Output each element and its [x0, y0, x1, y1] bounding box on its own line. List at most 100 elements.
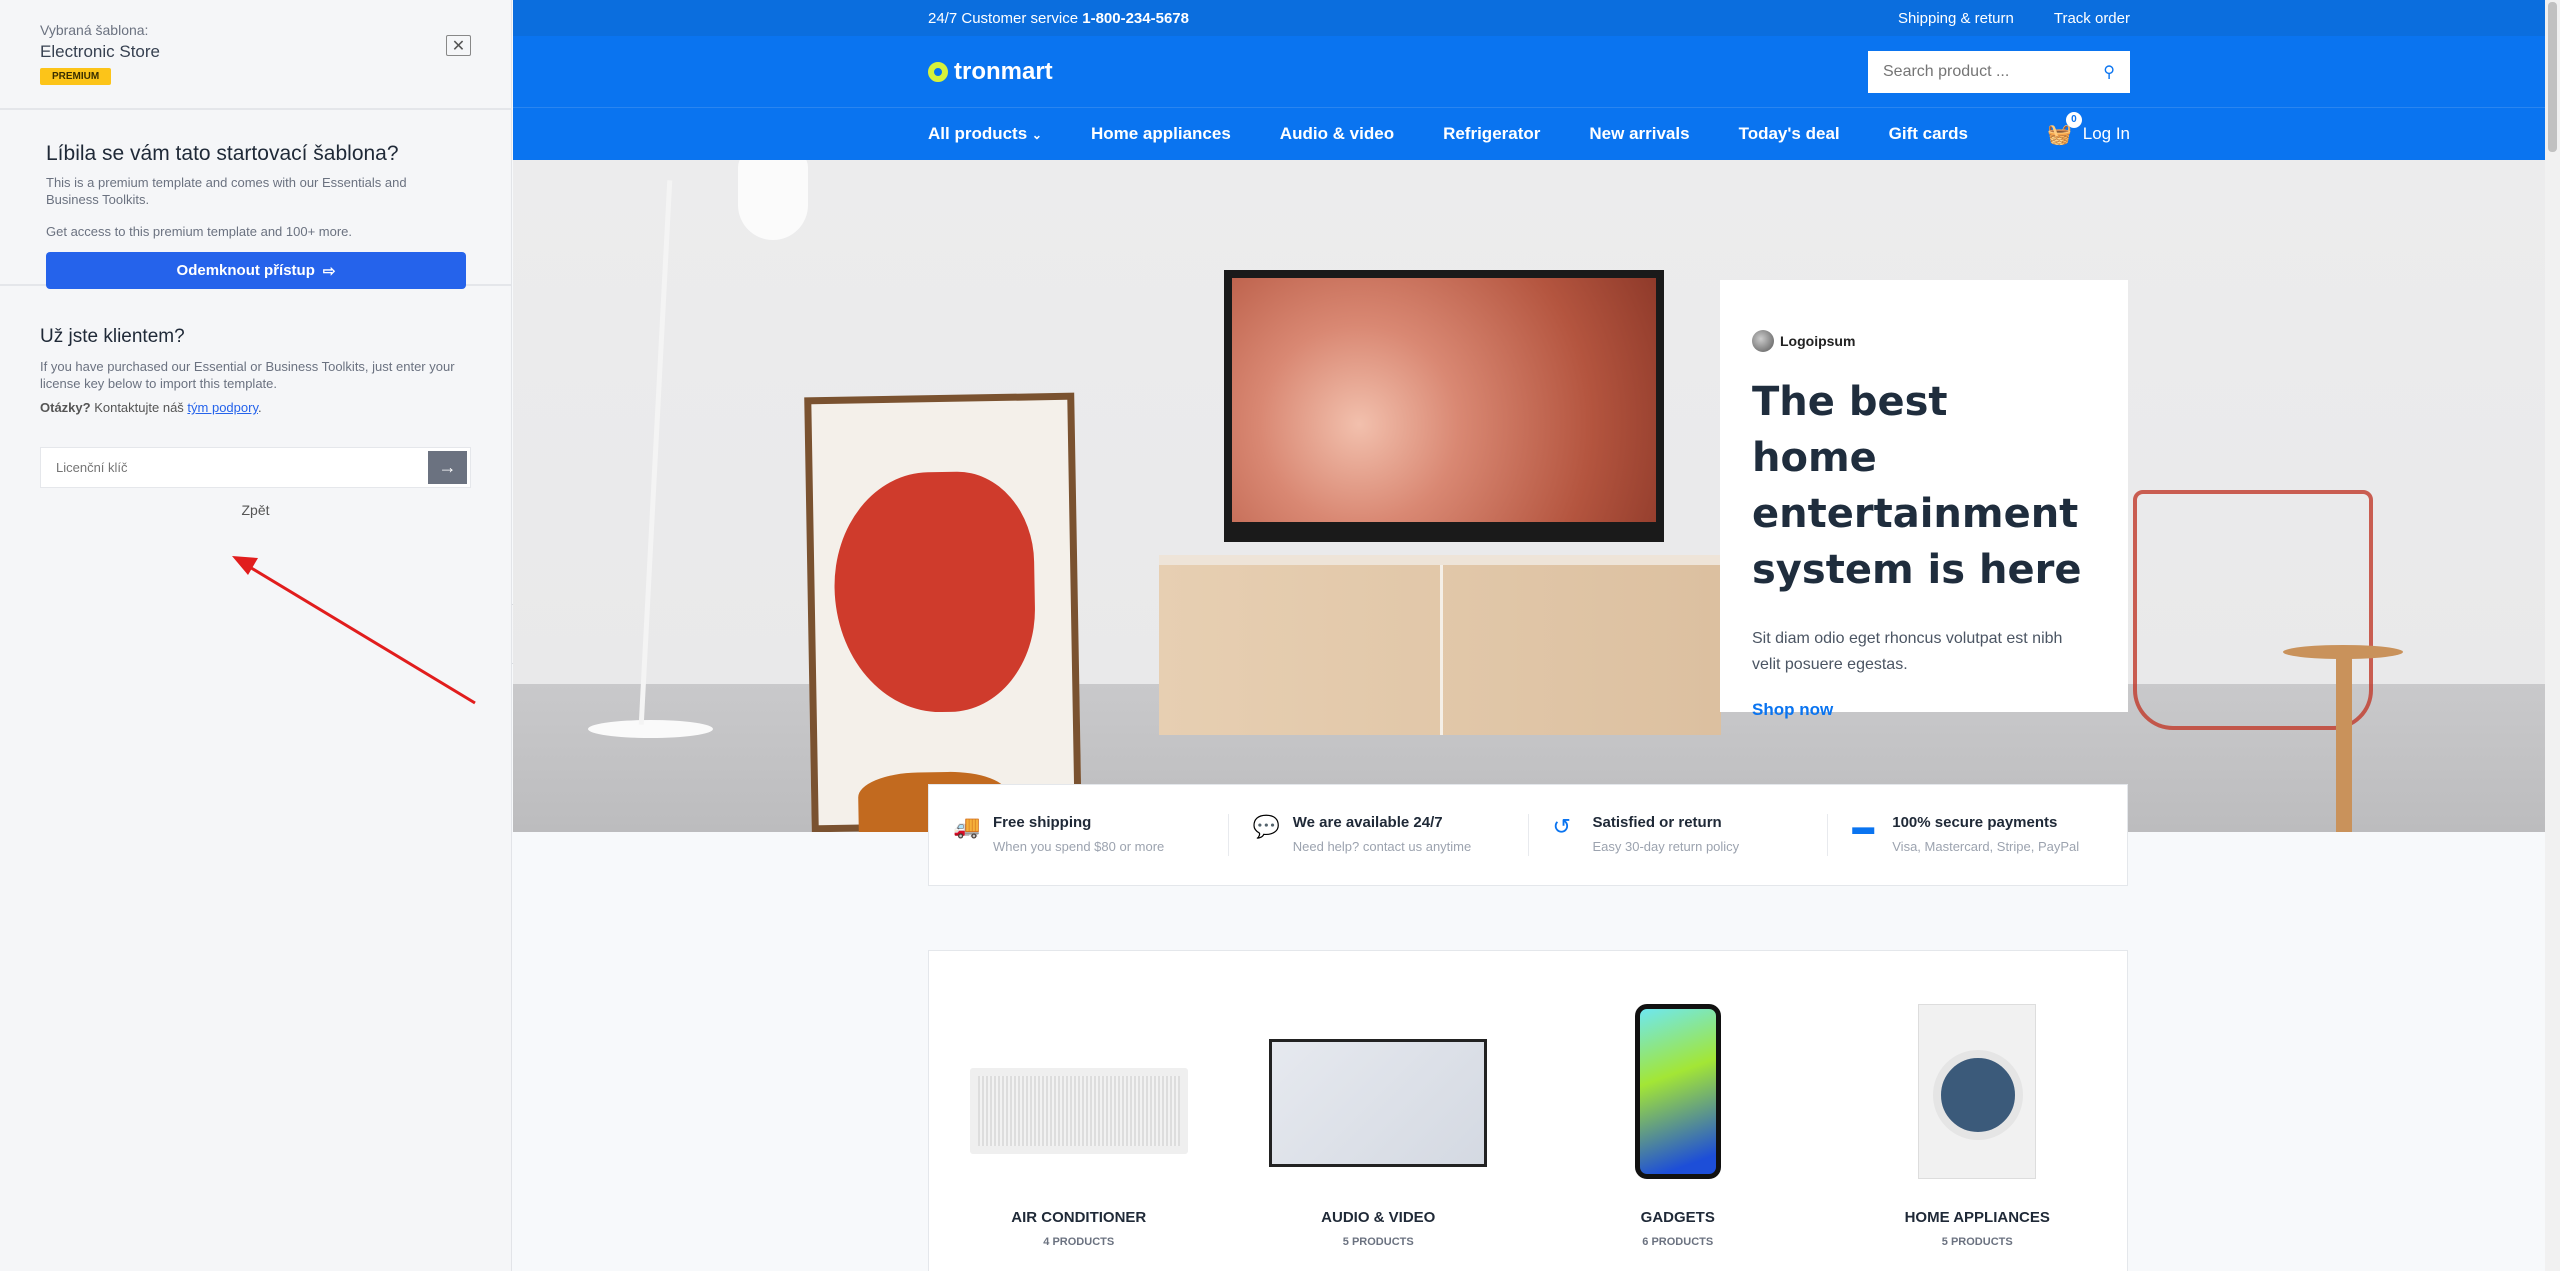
category-name: GADGETS — [1640, 1209, 1715, 1226]
nav-all-products[interactable]: All products ⌄ — [928, 124, 1042, 144]
tv-image — [1269, 1039, 1488, 1167]
main-nav: All products ⌄ Home appliances Audio & v… — [513, 108, 2545, 160]
arrow-right-icon: → — [438, 457, 457, 477]
unlock-button[interactable]: Odemknout přístup ⇨ — [46, 252, 466, 289]
nav-refrigerator[interactable]: Refrigerator — [1443, 124, 1540, 144]
category-count: 5 PRODUCTS — [1342, 1236, 1414, 1248]
search-input[interactable] — [1883, 62, 2083, 81]
feature-item: 🚚 Free shipping When you spend $80 or more — [929, 814, 1229, 856]
categories: AIR CONDITIONER 4 PRODUCTS AUDIO & VIDEO 5 … — [928, 950, 2128, 1271]
nav-gift-cards[interactable]: Gift cards — [1889, 124, 1968, 144]
brand-name: Logoipsum — [1780, 333, 1856, 349]
feature-title: Free shipping — [993, 814, 1092, 831]
cart-count: 0 — [2065, 111, 2082, 128]
category-card[interactable]: AUDIO & VIDEO 5 PRODUCTS — [1229, 951, 1529, 1271]
hero-card: Logoipsum The best home entertainment sy… — [1720, 280, 2128, 719]
credit-card-icon: ▬ — [1852, 814, 1875, 839]
promo-text: This is a premium template and comes wit… — [46, 175, 407, 207]
category-name: AUDIO & VIDEO — [1321, 1209, 1436, 1226]
feature-title: Satisfied or return — [1592, 814, 1722, 831]
client-title: Už jste klientem? — [40, 326, 185, 347]
top-bar: 24/7 Customer service 1-800-234-5678 Shi… — [513, 0, 2545, 36]
login-icon: ⇨ — [322, 262, 336, 280]
logo[interactable]: tronmart — [928, 58, 1053, 86]
logo-icon — [928, 61, 948, 82]
feature-subtitle: Visa, Mastercard, Stripe, PayPal — [1892, 839, 2080, 854]
scrollbar[interactable] — [2545, 0, 2560, 1271]
category-name: AIR CONDITIONER — [1011, 1209, 1147, 1226]
floor-lamp — [588, 720, 713, 738]
close-button[interactable]: ✕ — [446, 35, 471, 56]
selected-label: Vybraná šablona: — [40, 22, 149, 38]
brand-logo: Logoipsum — [1752, 330, 2096, 352]
website-preview: 24/7 Customer service 1-800-234-5678 Shi… — [513, 0, 2545, 1271]
category-count: 5 PRODUCTS — [1941, 1236, 2013, 1248]
search-box[interactable]: ⚲ — [1868, 50, 2130, 93]
phone-image — [1634, 1004, 1721, 1179]
promo-section: Líbila se vám tato startovací šablona? T… — [0, 110, 511, 289]
submit-license-button[interactable]: → — [428, 451, 467, 484]
shop-now-link[interactable]: Shop now — [1752, 700, 2096, 720]
nav-label: All products — [928, 124, 1028, 143]
header: tronmart ⚲ — [513, 36, 2545, 108]
logoipsum-icon — [1752, 330, 1774, 352]
category-card[interactable]: AIR CONDITIONER 4 PRODUCTS — [929, 951, 1229, 1271]
client-section: Už jste klientem? If you have purchased … — [0, 286, 511, 558]
category-card[interactable]: HOME APPLIANCES 5 PRODUCTS — [1828, 951, 2128, 1271]
support-line: Otázky? Kontaktujte náš tým podpory. — [40, 400, 471, 415]
feature-subtitle: When you spend $80 or more — [993, 839, 1165, 854]
feature-item: ↺ Satisfied or return Easy 30-day return p… — [1529, 814, 1829, 856]
features-bar: 🚚 Free shipping When you spend $80 or more… — [928, 784, 2128, 886]
unlock-label: Odemknout přístup — [176, 262, 315, 279]
hero-text: Sit diam odio eget rhoncus volutpat est … — [1752, 630, 2063, 673]
questions-label: Otázky? — [40, 400, 91, 415]
chat-icon: 💬 — [1252, 814, 1281, 839]
nav-audio-video[interactable]: Audio & video — [1280, 124, 1394, 144]
back-link[interactable]: Zpět — [40, 502, 471, 518]
customer-service: 24/7 Customer service 1-800-234-5678 — [928, 10, 1189, 27]
feature-subtitle: Need help? contact us anytime — [1292, 839, 1472, 854]
premium-badge: PREMIUM — [40, 68, 112, 85]
hero-title: The best home entertainment system is he… — [1752, 379, 2082, 593]
search-icon[interactable]: ⚲ — [2103, 62, 2115, 82]
hero-banner: Logoipsum The best home entertainment sy… — [513, 160, 2545, 832]
period: . — [258, 400, 262, 415]
washing-machine-image — [1918, 1004, 2037, 1179]
category-name: HOME APPLIANCES — [1904, 1209, 2050, 1226]
license-key-input[interactable] — [56, 460, 416, 475]
tv — [1224, 270, 1664, 542]
client-text: If you have purchased our Essential or B… — [40, 359, 455, 391]
feature-subtitle: Easy 30-day return policy — [1592, 839, 1740, 854]
shipping-return-link[interactable]: Shipping & return — [1898, 10, 2014, 27]
template-sidebar: Vybraná šablona: Electronic Store PREMIU… — [0, 0, 512, 1271]
promo-text-2: Get access to this premium template and … — [46, 224, 353, 239]
support-link[interactable]: tým podpory — [187, 400, 258, 415]
template-info: Vybraná šablona: Electronic Store PREMIU… — [0, 0, 511, 110]
login-link[interactable]: Log In — [2083, 124, 2130, 144]
license-form: → — [40, 447, 471, 488]
nav-todays-deal[interactable]: Today's deal — [1739, 124, 1840, 144]
chevron-down-icon: ⌄ — [1031, 128, 1042, 142]
truck-icon: 🚚 — [953, 814, 981, 839]
feature-item: 💬 We are available 24/7 Need help? contact… — [1229, 814, 1529, 856]
logo-text: tronmart — [954, 57, 1053, 85]
category-count: 6 PRODUCTS — [1642, 1236, 1714, 1248]
promo-title: Líbila se vám tato startovací šablona? — [46, 142, 399, 165]
air-conditioner-image — [969, 1068, 1188, 1154]
category-card[interactable]: GADGETS 6 PRODUCTS — [1528, 951, 1828, 1271]
feature-title: We are available 24/7 — [1292, 814, 1443, 831]
phone-number[interactable]: 1-800-234-5678 — [1082, 10, 1189, 27]
questions-text: Kontaktujte náš — [90, 400, 188, 415]
feature-title: 100% secure payments — [1892, 814, 2058, 831]
nav-home-appliances[interactable]: Home appliances — [1091, 124, 1231, 144]
nav-new-arrivals[interactable]: New arrivals — [1589, 124, 1689, 144]
cart-button[interactable]: 🧺 0 — [2047, 111, 2082, 147]
category-count: 4 PRODUCTS — [1043, 1236, 1115, 1248]
tv-cabinet — [1159, 555, 1721, 735]
return-icon: ↺ — [1552, 814, 1571, 839]
template-name: Electronic Store — [40, 42, 160, 61]
scrollbar-thumb[interactable] — [2548, 2, 2557, 152]
feature-item: ▬ 100% secure payments Visa, Mastercard, S… — [1828, 814, 2127, 856]
track-order-link[interactable]: Track order — [2054, 10, 2130, 27]
painting — [804, 392, 1082, 832]
